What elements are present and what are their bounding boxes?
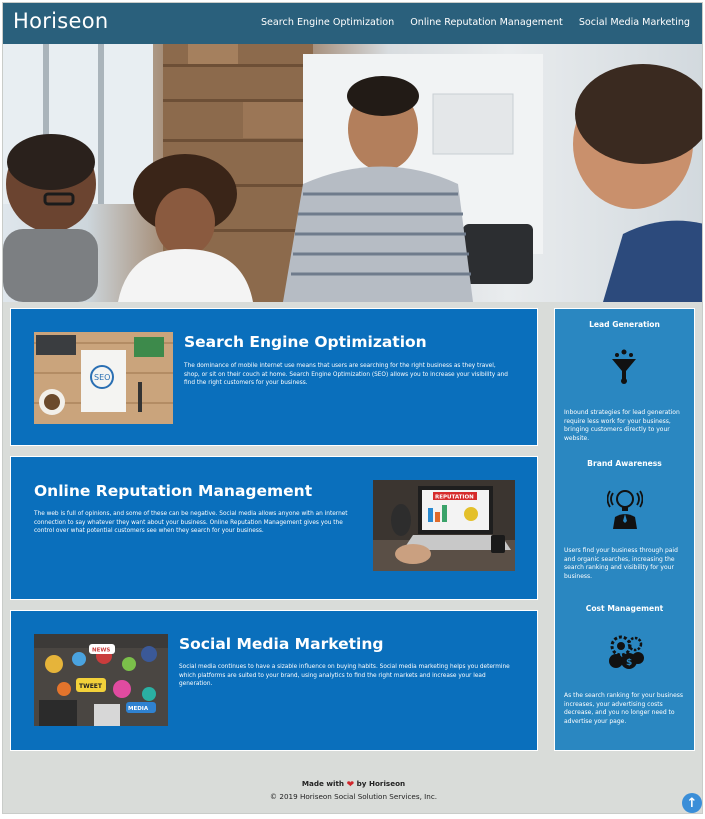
content-card-social: TWEET NEWS MEDIA Social Media Marketing … bbox=[10, 610, 538, 751]
made-with-line: Made with ❤ by Horiseon bbox=[3, 779, 702, 790]
nav-link-seo[interactable]: Search Engine Optimization bbox=[261, 17, 394, 28]
svg-text:TWEET: TWEET bbox=[79, 683, 103, 690]
hero-photo bbox=[3, 44, 702, 302]
svg-text:MEDIA: MEDIA bbox=[128, 706, 149, 712]
arrow-up-icon[interactable]: ↑ bbox=[682, 793, 702, 813]
content-card-reputation: Online Reputation Management The web is … bbox=[10, 456, 538, 600]
lightbulb-person-icon bbox=[606, 489, 644, 533]
lead-generation-text: Inbound strategies for lead generation r… bbox=[564, 409, 680, 442]
lead-generation-title: Lead Generation bbox=[589, 320, 660, 329]
heart-icon: ❤ bbox=[346, 780, 355, 790]
benefit-lead-generation: Lead Generation Inbound strategies for l… bbox=[555, 309, 694, 449]
nav-link-reputation[interactable]: Online Reputation Management bbox=[410, 17, 563, 28]
site-header: Horiseon Search Engine Optimization Onli… bbox=[3, 3, 702, 44]
nav-link-social[interactable]: Social Media Marketing bbox=[579, 17, 690, 28]
logo[interactable]: Horiseon bbox=[13, 9, 109, 33]
content-card-seo: SEO Search Engine Optimization The domin… bbox=[10, 308, 538, 446]
social-image: TWEET NEWS MEDIA bbox=[34, 634, 168, 726]
benefit-brand-awareness: Brand Awareness Users find your business… bbox=[555, 449, 694, 594]
main-nav: Search Engine Optimization Online Reputa… bbox=[261, 17, 690, 28]
brand-awareness-title: Brand Awareness bbox=[587, 459, 662, 468]
svg-text:NEWS: NEWS bbox=[92, 648, 110, 654]
site-footer: Made with ❤ by Horiseon © 2019 Horiseon … bbox=[3, 779, 702, 801]
svg-text:SEO: SEO bbox=[94, 373, 110, 382]
made-prefix: Made with bbox=[301, 779, 345, 788]
seo-title: Search Engine Optimization bbox=[184, 333, 427, 351]
page-frame: Horiseon Search Engine Optimization Onli… bbox=[2, 2, 703, 814]
benefits-sidebar: Lead Generation Inbound strategies for l… bbox=[554, 308, 695, 751]
reputation-title: Online Reputation Management bbox=[34, 482, 313, 500]
hero-image bbox=[3, 44, 702, 302]
brand-awareness-text: Users find your business through paid an… bbox=[564, 547, 678, 580]
cost-management-title: Cost Management bbox=[585, 604, 664, 613]
seo-text: The dominance of mobile internet use mea… bbox=[184, 363, 508, 387]
reputation-image: REPUTATION bbox=[373, 480, 515, 571]
copyright-text: © 2019 Horiseon Social Solution Services… bbox=[269, 792, 438, 801]
svg-text:$: $ bbox=[626, 658, 632, 668]
gears-money-icon: $ bbox=[607, 634, 645, 674]
svg-text:REPUTATION: REPUTATION bbox=[435, 495, 474, 501]
made-suffix: by Horiseon bbox=[356, 779, 406, 788]
reputation-text: The web is full of opinions, and some of… bbox=[34, 511, 348, 535]
seo-image: SEO bbox=[34, 332, 173, 424]
benefit-cost-management: Cost Management $ As the search ranking … bbox=[555, 594, 694, 749]
cost-management-text: As the search ranking for your business … bbox=[564, 692, 684, 725]
social-title: Social Media Marketing bbox=[179, 635, 384, 653]
social-text: Social media continues to have a sizable… bbox=[179, 664, 510, 688]
funnel-icon bbox=[611, 349, 637, 389]
